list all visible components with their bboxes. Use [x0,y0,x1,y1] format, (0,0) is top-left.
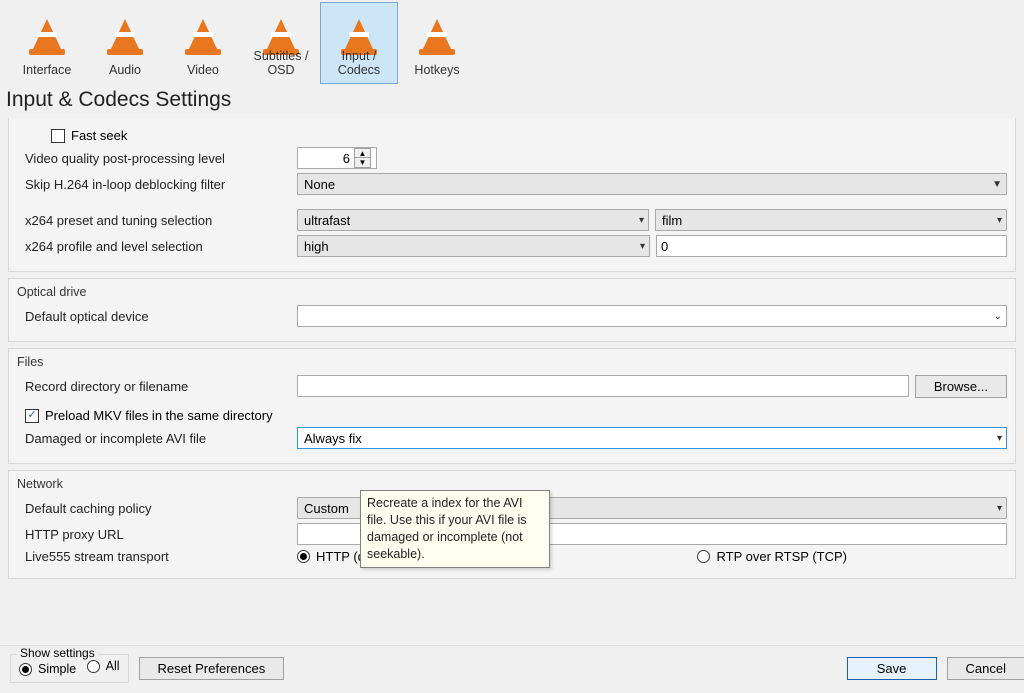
show-settings-legend: Show settings [17,646,98,660]
save-button[interactable]: Save [847,657,937,680]
clapper-cone-icon [263,7,299,55]
chevron-down-icon: ▾ [997,215,1002,226]
avi-label: Damaged or incomplete AVI file [17,431,297,446]
x264-profile-combo[interactable]: high ▾ [297,235,650,257]
show-settings-group: Show settings Simple All [10,654,129,683]
codecs-group: Fast seek Video quality post-processing … [8,118,1016,272]
preload-mkv-checkbox[interactable]: ✓ Preload MKV files in the same director… [25,408,273,423]
headphones-cone-icon [107,7,143,55]
record-dir-input[interactable] [297,375,909,397]
x264-tuning-combo[interactable]: film ▾ [655,209,1007,231]
cancel-button[interactable]: Cancel [947,657,1024,680]
chevron-down-icon: ▾ [997,503,1002,514]
chevron-down-icon: ▾ [997,433,1002,444]
reset-preferences-button[interactable]: Reset Preferences [139,657,285,680]
checkbox-checked-icon: ✓ [25,409,39,423]
radio-selected-icon [19,663,32,676]
x264-profile-value: high [304,239,329,254]
x264-profile-label: x264 profile and level selection [17,239,297,254]
x264-level-input[interactable] [656,235,1007,257]
x264-preset-label: x264 preset and tuning selection [17,213,297,228]
postproc-spinbox[interactable]: ▲▼ [297,147,377,169]
cone-icon [29,7,65,55]
deblocking-label: Skip H.264 in-loop deblocking filter [17,177,297,192]
radio-unselected-icon [697,550,710,563]
network-group-label: Network [17,477,1007,491]
files-group-label: Files [17,355,1007,369]
spin-buttons[interactable]: ▲▼ [354,149,370,167]
spin-down-icon[interactable]: ▼ [354,157,371,168]
tab-label: Subtitles / OSD [243,49,319,77]
tab-input-codecs[interactable]: Input / Codecs [320,2,398,84]
browse-button[interactable]: Browse... [915,375,1007,398]
deblocking-combo[interactable]: None ▼ [297,173,1007,195]
optical-drive-group: Optical drive Default optical device ⌄ [8,278,1016,342]
show-settings-simple-radio[interactable]: Simple [19,662,76,676]
optical-device-combo[interactable]: ⌄ [297,305,1007,327]
x264-preset-value: ultrafast [304,213,350,228]
all-label: All [106,659,120,673]
fast-seek-label: Fast seek [71,128,127,143]
chevron-down-icon: ▼ [992,179,1002,190]
proxy-label: HTTP proxy URL [17,527,297,542]
caching-label: Default caching policy [17,501,297,516]
tab-video[interactable]: Video [164,2,242,84]
tape-cone-icon [341,7,377,55]
tab-label: Video [165,63,241,77]
preference-category-tabs: Interface Audio Video Subtitles / OSD In… [0,0,1024,84]
tab-subtitles[interactable]: Subtitles / OSD [242,2,320,84]
avi-combo[interactable]: Always fix ▾ [297,427,1007,449]
deblocking-value: None [304,177,335,192]
tab-label: Input / Codecs [321,49,397,77]
tab-label: Hotkeys [399,63,475,77]
chevron-down-icon: ▾ [639,215,644,226]
dialog-footer: Show settings Simple All Reset Preferenc… [0,645,1024,693]
checkbox-box-icon [51,129,65,143]
tab-audio[interactable]: Audio [86,2,164,84]
live555-rtsp-label: RTP over RTSP (TCP) [716,549,847,564]
keyboard-cone-icon [419,7,455,55]
page-title: Input & Codecs Settings [6,88,1024,112]
film-cone-icon [185,7,221,55]
tab-hotkeys[interactable]: Hotkeys [398,2,476,84]
tab-interface[interactable]: Interface [8,2,86,84]
optical-group-label: Optical drive [17,285,1007,299]
chevron-down-icon: ▾ [640,241,645,252]
postproc-label: Video quality post-processing level [17,151,297,166]
x264-tuning-value: film [662,213,682,228]
postproc-value[interactable] [298,150,354,167]
record-dir-label: Record directory or filename [17,379,297,394]
avi-tooltip: Recreate a index for the AVI file. Use t… [360,490,550,568]
tab-label: Audio [87,63,163,77]
radio-selected-icon [297,550,310,563]
fast-seek-checkbox[interactable]: Fast seek [51,128,127,143]
caching-value: Custom [304,501,349,516]
live555-label: Live555 stream transport [17,549,297,564]
optical-device-label: Default optical device [17,309,297,324]
preload-mkv-label: Preload MKV files in the same directory [45,408,273,423]
tab-label: Interface [9,63,85,77]
simple-label: Simple [38,662,76,676]
radio-unselected-icon [87,660,100,673]
live555-rtsp-radio[interactable]: RTP over RTSP (TCP) [697,549,847,564]
show-settings-all-radio[interactable]: All [87,659,120,673]
x264-preset-combo[interactable]: ultrafast ▾ [297,209,649,231]
chevron-down-icon: ⌄ [994,311,1002,322]
avi-value: Always fix [304,431,362,446]
files-group: Files Record directory or filename Brows… [8,348,1016,464]
